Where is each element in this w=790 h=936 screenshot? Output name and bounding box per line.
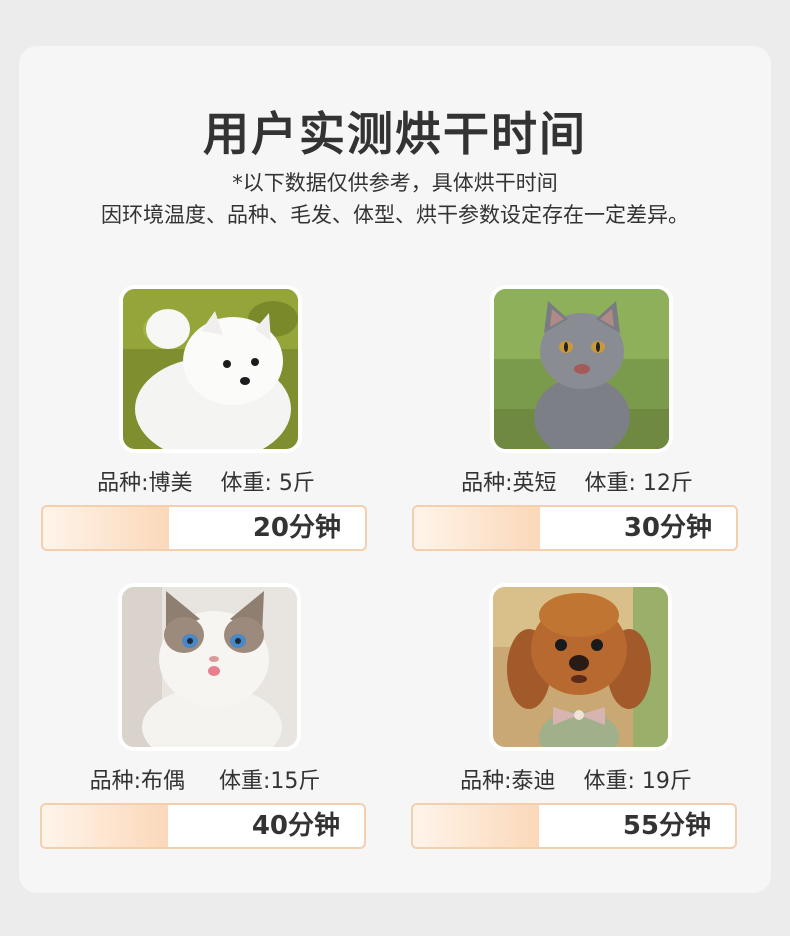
weight-label: 体重: 19斤 bbox=[583, 769, 692, 794]
info-card: 用户实测烘干时间 *以下数据仅供参考，具体烘干时间 因环境温度、品种、毛发、体型… bbox=[19, 46, 771, 893]
pet-card-ragdoll: 品种:布偶 体重:15斤 40分钟 bbox=[40, 587, 370, 857]
breed-label: 品种:泰迪 bbox=[460, 769, 556, 794]
page-title: 用户实测烘干时间 bbox=[203, 107, 587, 161]
pet-info: 品种:博美 体重: 5斤 bbox=[41, 465, 371, 497]
drying-time-value: 30分钟 bbox=[623, 513, 712, 543]
weight-label: 体重:15斤 bbox=[219, 769, 321, 794]
disclaimer-line-1: *以下数据仅供参考，具体烘干时间 bbox=[232, 171, 558, 195]
weight-label: 体重: 5斤 bbox=[220, 471, 315, 496]
pet-info: 品种:布偶 体重:15斤 bbox=[40, 763, 370, 795]
disclaimer-line-2: 因环境温度、品种、毛发、体型、烘干参数设定存在一定差异。 bbox=[101, 203, 689, 227]
pomeranian-photo bbox=[123, 289, 298, 449]
weight-label: 体重: 12斤 bbox=[584, 471, 693, 496]
drying-progress-fill bbox=[42, 805, 168, 847]
drying-time-bar: 20分钟 bbox=[41, 505, 367, 551]
drying-time-value: 20分钟 bbox=[252, 513, 341, 543]
breed-label: 品种:博美 bbox=[97, 471, 193, 496]
breed-label: 品种:英短 bbox=[461, 471, 557, 496]
drying-time-bar: 40分钟 bbox=[40, 803, 366, 849]
drying-progress-fill bbox=[43, 507, 169, 549]
drying-progress-fill bbox=[413, 805, 539, 847]
breed-label: 品种:布偶 bbox=[89, 769, 185, 794]
drying-time-value: 40分钟 bbox=[251, 811, 340, 841]
pet-info: 品种:英短 体重: 12斤 bbox=[412, 465, 742, 497]
pet-info: 品种:泰迪 体重: 19斤 bbox=[411, 763, 741, 795]
pet-card-british-shorthair: 品种:英短 体重: 12斤 30分钟 bbox=[412, 289, 742, 559]
drying-time-bar: 30分钟 bbox=[412, 505, 738, 551]
drying-time-bar: 55分钟 bbox=[411, 803, 737, 849]
drying-progress-fill bbox=[414, 507, 540, 549]
pet-card-pomeranian: 品种:博美 体重: 5斤 20分钟 bbox=[41, 289, 371, 559]
pet-card-teddy: 品种:泰迪 体重: 19斤 55分钟 bbox=[411, 587, 741, 857]
drying-time-value: 55分钟 bbox=[622, 811, 711, 841]
british-shorthair-photo bbox=[494, 289, 669, 449]
ragdoll-photo bbox=[122, 587, 297, 747]
teddy-photo bbox=[493, 587, 668, 747]
